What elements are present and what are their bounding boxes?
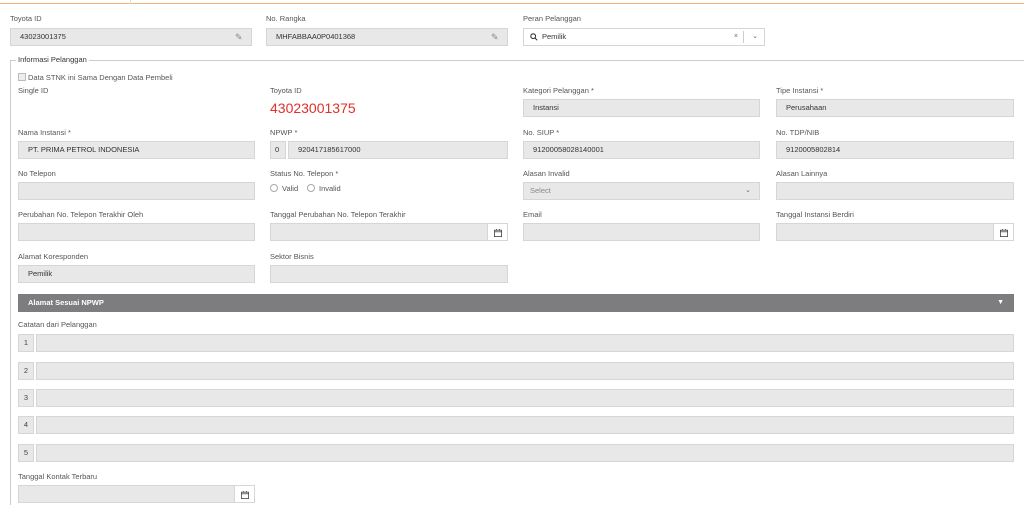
rangka-field[interactable]: MHFABBAA0P0401368 ✎ [266,28,508,46]
alasan-invalid-select[interactable]: Select ⌄ [523,182,760,200]
npwp-prefix: 0 [270,141,286,159]
alamat-kores-label: Alamat Koresponden [18,252,89,261]
top-bar [0,0,1024,4]
pencil-icon[interactable]: ✎ [491,32,501,42]
toyota-id-label: Toyota ID [10,14,42,23]
kategori-field[interactable]: Instansi [523,99,760,117]
alasan-lain-field[interactable] [776,182,1014,200]
stnk-checkbox-label: Data STNK ini Sama Dengan Data Pembeli [28,73,173,82]
catatan-label: Catatan dari Pelanggan [18,320,97,329]
tipe-label: Tipe Instansi * [776,86,824,95]
form-toyota-id-label: Toyota ID [270,86,302,95]
catatan-row-input[interactable] [36,334,1014,352]
catatan-row-number: 4 [18,416,34,434]
calendar-icon[interactable] [487,224,507,240]
kontak-label: Tanggal Kontak Terbaru [18,472,98,481]
alasan-invalid-placeholder: Select [530,186,551,195]
toyota-id-value: 43023001375 [20,32,66,41]
email-label: Email [523,210,542,219]
top-bar-separator [130,0,131,4]
catatan-row-number: 3 [18,389,34,407]
kategori-label: Kategori Pelanggan * [523,86,594,95]
catatan-row-input[interactable] [36,389,1014,407]
section-title: Informasi Pelanggan [16,55,89,64]
caret-down-icon[interactable]: ▼ [997,294,1004,312]
chevron-down-icon: ⌄ [745,187,751,194]
kontak-field[interactable] [18,485,255,503]
sektor-label: Sektor Bisnis [270,252,314,261]
sektor-field[interactable] [270,265,508,283]
siup-label: No. SIUP * [523,128,560,137]
tdp-field[interactable]: 9120005802814 [776,141,1014,159]
radio-valid-label: Valid [282,184,299,193]
radio-valid[interactable] [270,184,278,192]
catatan-row-number: 1 [18,334,34,352]
npwp-section-title: Alamat Sesuai NPWP [28,298,104,307]
rangka-value: MHFABBAA0P0401368 [276,32,356,41]
peran-label: Peran Pelanggan [523,14,581,23]
catatan-row-input[interactable] [36,444,1014,462]
telepon-field[interactable] [18,182,255,200]
perubahan-oleh-label: Perubahan No. Telepon Terakhir Oleh [18,210,144,219]
rangka-label: No. Rangka [266,14,306,23]
stnk-checkbox[interactable] [18,73,26,81]
nama-label: Nama Instansi * [18,128,71,137]
alasan-invalid-label: Alasan Invalid [523,169,570,178]
alamat-kores-field[interactable]: Pemilik [18,265,255,283]
tgl-perubahan-label: Tanggal Perubahan No. Telepon Terakhir [270,210,406,219]
calendar-icon[interactable] [993,224,1013,240]
toyota-id-field[interactable]: 43023001375 ✎ [10,28,252,46]
catatan-row-number: 5 [18,444,34,462]
email-field[interactable] [523,223,760,241]
toyota-id-big: 43023001375 [270,100,356,116]
radio-invalid-label: Invalid [319,184,341,193]
npwp-section-header[interactable]: Alamat Sesuai NPWP ▼ [18,294,1014,312]
catatan-row-input[interactable] [36,362,1014,380]
tgl-berdiri-label: Tanggal Instansi Berdiri [776,210,854,219]
telepon-label: No Telepon [18,169,56,178]
peran-value: Pemilik [542,32,567,41]
catatan-row-number: 2 [18,362,34,380]
peran-select[interactable]: Pemilik × ⌄ [523,28,765,46]
tgl-berdiri-field[interactable] [776,223,1014,241]
select-divider [743,31,744,43]
tipe-field[interactable]: Perusahaan [776,99,1014,117]
npwp-field[interactable]: 920417185617000 [288,141,508,159]
status-label: Status No. Telepon * [270,169,339,178]
siup-field[interactable]: 91200058028140001 [523,141,760,159]
chevron-down-icon[interactable]: ⌄ [752,29,758,45]
tdp-label: No. TDP/NIB [776,128,820,137]
pencil-icon[interactable]: ✎ [235,32,245,42]
search-icon [530,33,538,41]
perubahan-oleh-field[interactable] [18,223,255,241]
npwp-label: NPWP * [270,128,298,137]
clear-icon[interactable]: × [734,29,738,45]
nama-field[interactable]: PT. PRIMA PETROL INDONESIA [18,141,255,159]
tgl-perubahan-field[interactable] [270,223,508,241]
catatan-row-input[interactable] [36,416,1014,434]
calendar-icon[interactable] [234,486,254,502]
single-id-label: Single ID [18,86,49,95]
alasan-lain-label: Alasan Lainnya [776,169,828,178]
radio-invalid[interactable] [307,184,315,192]
